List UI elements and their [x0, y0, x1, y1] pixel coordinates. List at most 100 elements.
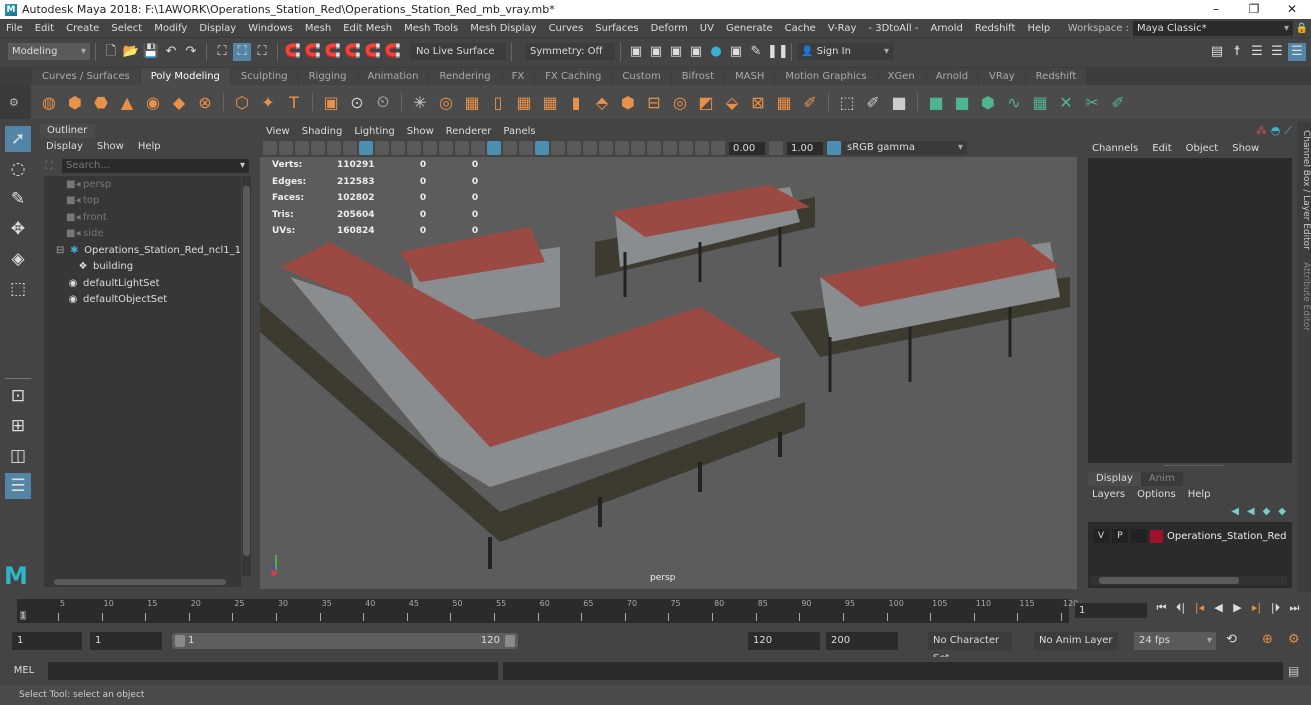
playback-start-field[interactable]: 1: [90, 632, 162, 650]
step-back-key-button[interactable]: ⏴|: [1171, 601, 1190, 615]
grease-pencil-icon[interactable]: [343, 141, 357, 155]
shelf-tab-fx[interactable]: FX: [501, 68, 535, 85]
splitter-handle[interactable]: [1164, 465, 1224, 466]
channel-menu-show[interactable]: Show: [1232, 143, 1259, 154]
xray-active-components-icon[interactable]: [679, 141, 693, 155]
current-frame-field[interactable]: 1: [1075, 603, 1147, 618]
outliner-vertical-scrollbar[interactable]: [242, 176, 251, 576]
move-layer-up-icon[interactable]: ◀: [1231, 506, 1239, 517]
range-start-handle[interactable]: [175, 635, 185, 647]
four-view-layout-icon[interactable]: ⊞: [5, 413, 31, 439]
menu-deform[interactable]: Deform: [645, 23, 694, 34]
command-input[interactable]: [48, 661, 498, 680]
symmetry-field[interactable]: Symmetry: Off: [525, 43, 615, 60]
maximize-button[interactable]: ❐: [1235, 0, 1273, 19]
go-to-end-button[interactable]: ⏭: [1285, 601, 1304, 615]
channel-box-side-tab[interactable]: Channel Box / Layer Editor: [1297, 130, 1311, 250]
uv-cylindrical-icon[interactable]: ■: [925, 91, 947, 113]
menu-help[interactable]: Help: [1021, 23, 1056, 34]
scale-tool-icon[interactable]: ⬚: [5, 276, 31, 302]
safe-action-icon[interactable]: [439, 141, 453, 155]
channel-box-toggle-icon[interactable]: ⁂: [1256, 124, 1267, 138]
save-scene-icon[interactable]: 💾: [142, 43, 160, 61]
playback-end-field[interactable]: 120: [748, 632, 820, 650]
outliner-layout-icon[interactable]: ☰: [5, 473, 31, 499]
attribute-editor-toggle-icon[interactable]: ◓: [1271, 124, 1281, 138]
viewport-menu-shading[interactable]: Shading: [302, 126, 343, 137]
filter-icon[interactable]: ⛶: [45, 159, 53, 173]
sign-in-dropdown[interactable]: 👤 Sign In: [797, 43, 893, 60]
menu-display[interactable]: Display: [193, 23, 242, 34]
expand-icon[interactable]: ⊟: [56, 245, 64, 256]
menu-create[interactable]: Create: [60, 23, 105, 34]
viewport-menu-panels[interactable]: Panels: [503, 126, 535, 137]
menu-curves[interactable]: Curves: [543, 23, 590, 34]
fps-dropdown[interactable]: 24 fps: [1134, 632, 1216, 650]
loop-icon[interactable]: ⟲: [1226, 632, 1237, 647]
viewport-menu-show[interactable]: Show: [407, 126, 434, 137]
3d-viewport[interactable]: Verts: 110291 0 0 Edges: 212583 0 0 Faces: 102802…: [260, 157, 1077, 589]
layer-menu-options[interactable]: Options: [1137, 489, 1176, 500]
layer-menu-help[interactable]: Help: [1188, 489, 1211, 500]
menu-generate[interactable]: Generate: [720, 23, 779, 34]
use-default-material-icon[interactable]: [503, 141, 517, 155]
move-layer-down-icon[interactable]: ◀: [1247, 506, 1255, 517]
shelf-tab-animation[interactable]: Animation: [357, 68, 429, 85]
rotate-tool-icon[interactable]: ◈: [5, 246, 31, 272]
new-layer-selected-icon[interactable]: ◆: [1278, 506, 1286, 517]
anim-layer-dropdown[interactable]: No Anim Layer: [1034, 632, 1118, 650]
render-settings-icon[interactable]: ▣: [687, 43, 705, 61]
channel-menu-edit[interactable]: Edit: [1152, 143, 1171, 154]
snap-vertex-icon[interactable]: 🧲: [384, 43, 402, 61]
step-back-frame-button[interactable]: |◂: [1190, 601, 1209, 615]
poly-cube-icon[interactable]: ⬢: [64, 91, 86, 113]
outliner-item[interactable]: ■◂ front: [44, 209, 241, 226]
layer-list-scrollbar[interactable]: [1091, 576, 1287, 585]
menu-edit[interactable]: Edit: [29, 23, 60, 34]
single-perspective-layout-icon[interactable]: ⊡: [5, 383, 31, 409]
snap-point-icon[interactable]: 🧲: [324, 43, 342, 61]
poly-torus-icon[interactable]: ◉: [142, 91, 164, 113]
shelf-tab-sculpting[interactable]: Sculpting: [230, 68, 298, 85]
color-space-dropdown[interactable]: sRGB gamma: [842, 141, 967, 155]
extract-icon[interactable]: ▯: [487, 91, 509, 113]
isolate-select-icon[interactable]: [647, 141, 661, 155]
platonic-solid-icon[interactable]: ⬡: [231, 91, 253, 113]
depth-of-field-icon[interactable]: [631, 141, 645, 155]
outliner-item[interactable]: ■◂ persp: [44, 176, 241, 193]
play-forwards-button[interactable]: ▶: [1228, 601, 1247, 615]
uv-auto-icon[interactable]: ⬢: [977, 91, 999, 113]
channel-box-icon[interactable]: ☰: [1288, 43, 1306, 61]
select-camera-icon[interactable]: [263, 141, 277, 155]
uv-sew-icon[interactable]: ✐: [1107, 91, 1129, 113]
shelf-tab-rigging[interactable]: Rigging: [298, 68, 357, 85]
move-tool-icon[interactable]: ✥: [5, 216, 31, 242]
textured-icon[interactable]: [535, 141, 549, 155]
menu-edit-mesh[interactable]: Edit Mesh: [337, 23, 398, 34]
extrude-icon[interactable]: ⬘: [591, 91, 613, 113]
menu-file[interactable]: File: [0, 23, 29, 34]
xray-icon[interactable]: [663, 141, 677, 155]
uv-cut-icon[interactable]: ✂: [1081, 91, 1103, 113]
close-button[interactable]: ✕: [1273, 0, 1311, 19]
fill-hole-icon[interactable]: ◎: [669, 91, 691, 113]
menu-cache[interactable]: Cache: [779, 23, 822, 34]
camera-attributes-icon[interactable]: [279, 141, 293, 155]
script-editor-icon[interactable]: ▤: [1288, 664, 1299, 678]
type-tool-icon[interactable]: T: [283, 91, 305, 113]
shelf-settings-icon[interactable]: ⚙: [9, 96, 21, 109]
go-to-start-button[interactable]: ⏮: [1152, 601, 1171, 615]
boolean-icon[interactable]: ▦: [513, 91, 535, 113]
play-backwards-button[interactable]: ◀: [1209, 601, 1228, 615]
tool-settings-icon[interactable]: ☰: [1268, 43, 1286, 61]
exposure-field[interactable]: 0.00: [729, 141, 765, 155]
uv-editor-icon[interactable]: ✕: [1055, 91, 1077, 113]
field-chart-icon[interactable]: [423, 141, 437, 155]
wireframe-on-shaded-icon[interactable]: [519, 141, 533, 155]
mirror-icon[interactable]: ⊙: [346, 91, 368, 113]
anim-preferences-icon[interactable]: ⚙: [1288, 632, 1300, 647]
insert-edge-loop-icon[interactable]: ◩: [695, 91, 717, 113]
separate-icon[interactable]: ▦: [461, 91, 483, 113]
channel-menu-object[interactable]: Object: [1186, 143, 1219, 154]
menu-set-dropdown[interactable]: Modeling: [8, 43, 90, 60]
